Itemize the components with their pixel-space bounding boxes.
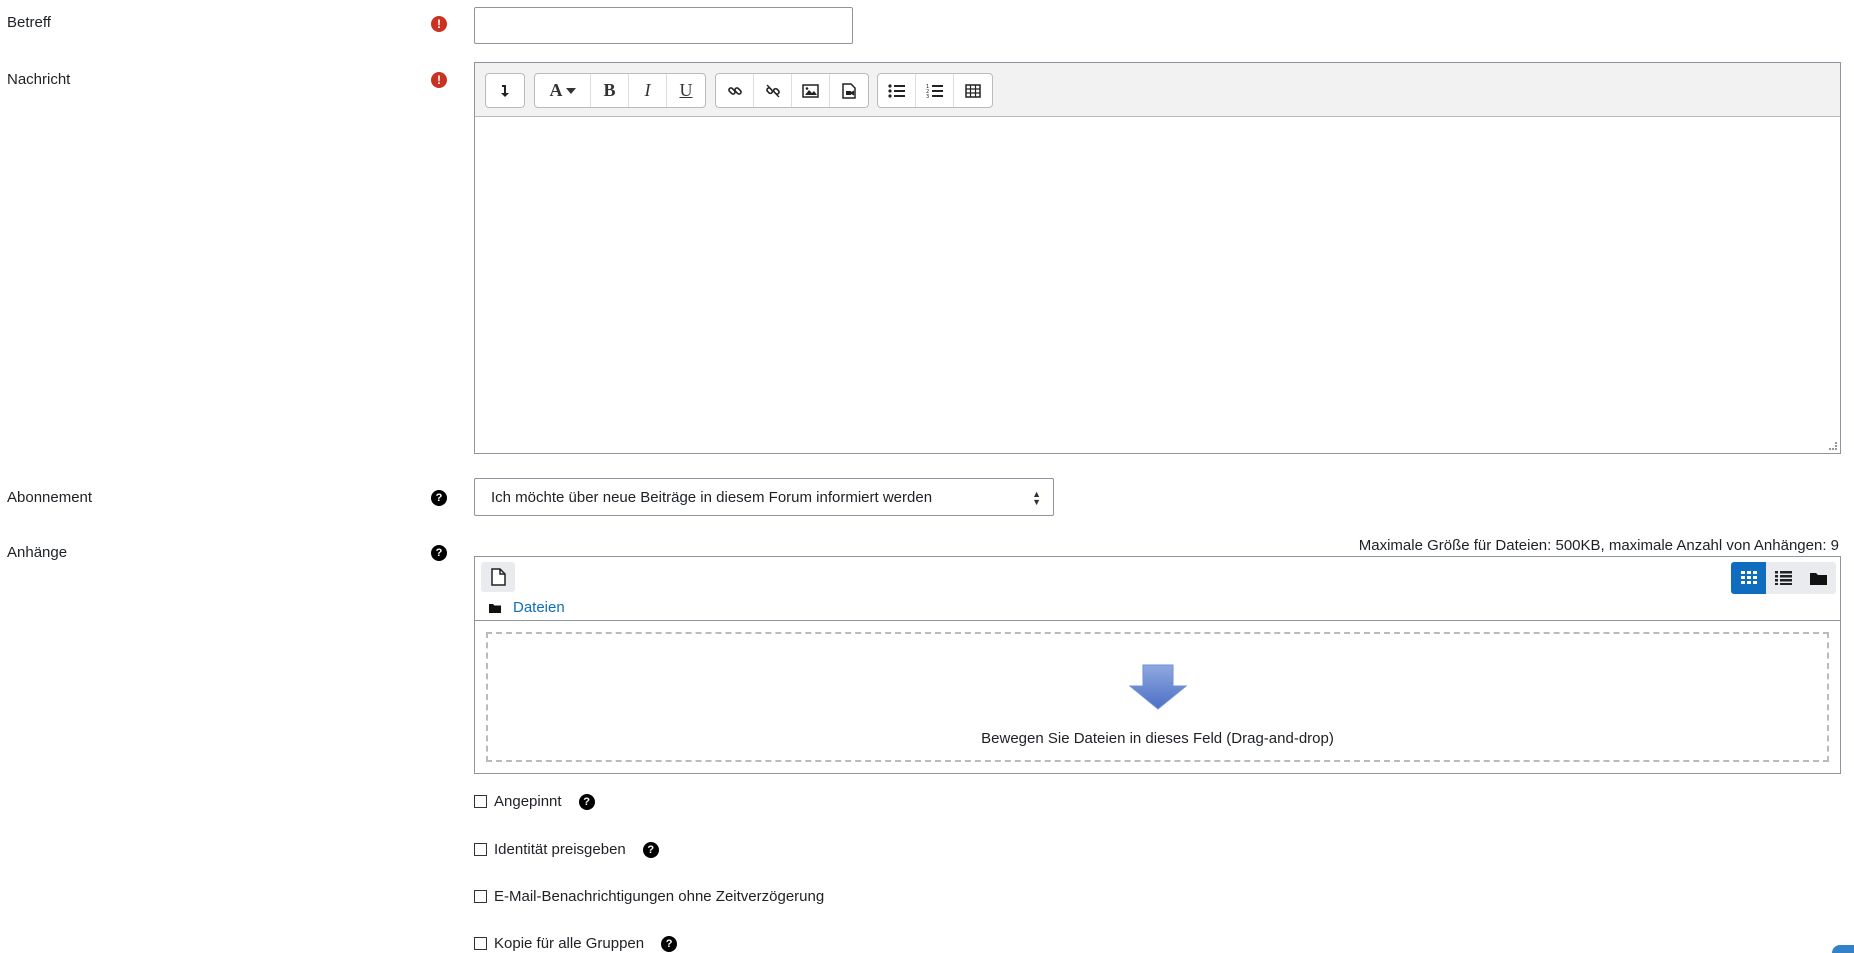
message-label: Nachricht [7, 71, 71, 88]
underline-icon[interactable]: U [667, 74, 705, 107]
grid-view-button[interactable] [1731, 562, 1766, 594]
post-to-all-groups-checkbox[interactable] [474, 937, 487, 950]
file-dropzone[interactable]: Bewegen Sie Dateien in dieses Feld (Drag… [486, 632, 1829, 762]
ordered-list-icon[interactable]: 123 [916, 74, 954, 107]
drop-arrow-icon [1128, 664, 1187, 710]
required-icon: ! [431, 16, 447, 32]
file-manager-path: Dateien [489, 599, 565, 616]
unlink-icon[interactable] [754, 74, 792, 107]
media-icon[interactable] [830, 74, 868, 107]
checkbox-row-identity: Identität preisgeben ? [474, 841, 659, 858]
subscription-label: Abonnement [7, 489, 93, 506]
mail-now-label: E-Mail-Benachrichtigungen ohne Zeitverzö… [494, 888, 825, 905]
post-to-all-groups-label: Kopie für alle Gruppen [494, 935, 645, 952]
collapse-icon[interactable] [486, 74, 524, 107]
font-style-icon[interactable]: A [535, 74, 591, 107]
view-switcher [1731, 562, 1836, 594]
toolbar-group-insert [715, 73, 869, 108]
unordered-list-icon[interactable] [878, 74, 916, 107]
toolbar-group-lists: 123 [877, 73, 993, 108]
scroll-corner [1832, 945, 1854, 953]
help-icon[interactable]: ? [431, 490, 447, 506]
subject-label: Betreff [7, 14, 51, 31]
italic-icon[interactable]: I [629, 74, 667, 107]
subscription-select[interactable]: Ich möchte über neue Beiträge in diesem … [474, 478, 1054, 516]
toolbar-group-text: A B I U [534, 73, 706, 108]
max-file-size-info: Maximale Größe für Dateien: 500KB, maxim… [1358, 537, 1839, 554]
checkbox-row-pinned: Angepinnt ? [474, 793, 595, 810]
message-editor: A B I U 123 [474, 62, 1841, 454]
add-file-button[interactable] [481, 562, 515, 592]
mail-now-checkbox[interactable] [474, 890, 487, 903]
help-icon[interactable]: ? [661, 935, 678, 952]
folder-icon [489, 603, 501, 613]
path-link-files[interactable]: Dateien [513, 599, 565, 616]
bold-icon[interactable]: B [591, 74, 629, 107]
pinned-checkbox[interactable] [474, 795, 487, 808]
file-manager: Dateien Bewegen Sie Dateien in dieses Fe… [474, 556, 1841, 774]
message-textarea[interactable] [475, 118, 1840, 453]
dropzone-text: Bewegen Sie Dateien in dieses Feld (Drag… [981, 730, 1334, 747]
subject-input[interactable] [474, 7, 853, 44]
editor-toolbar: A B I U 123 [475, 63, 1840, 117]
folder-icon [1810, 572, 1827, 585]
file-manager-toolbar: Dateien [475, 557, 1840, 621]
grid-icon [1740, 571, 1757, 584]
image-icon[interactable] [792, 74, 830, 107]
help-icon[interactable]: ? [642, 841, 659, 858]
reveal-identity-checkbox[interactable] [474, 843, 487, 856]
checkbox-row-all-groups: Kopie für alle Gruppen ? [474, 935, 678, 952]
subscription-selected-value: Ich möchte über neue Beiträge in diesem … [491, 488, 933, 506]
list-view-button[interactable] [1766, 562, 1801, 594]
select-arrows-icon: ▲ ▼ [1032, 489, 1041, 507]
toolbar-group-collapse [485, 73, 525, 108]
svg-text:3: 3 [926, 94, 929, 99]
attachments-label: Anhänge [7, 544, 68, 561]
reveal-identity-label: Identität preisgeben [494, 841, 626, 858]
table-icon[interactable] [954, 74, 992, 107]
checkbox-row-mail-now: E-Mail-Benachrichtigungen ohne Zeitverzö… [474, 888, 824, 905]
tree-view-button[interactable] [1801, 562, 1836, 594]
help-icon[interactable]: ? [578, 793, 595, 810]
resize-handle[interactable] [1829, 442, 1837, 450]
link-icon[interactable] [716, 74, 754, 107]
pinned-label: Angepinnt [494, 793, 562, 810]
required-icon: ! [431, 72, 447, 88]
list-icon [1775, 571, 1792, 585]
file-icon [490, 568, 506, 586]
help-icon[interactable]: ? [431, 545, 447, 561]
